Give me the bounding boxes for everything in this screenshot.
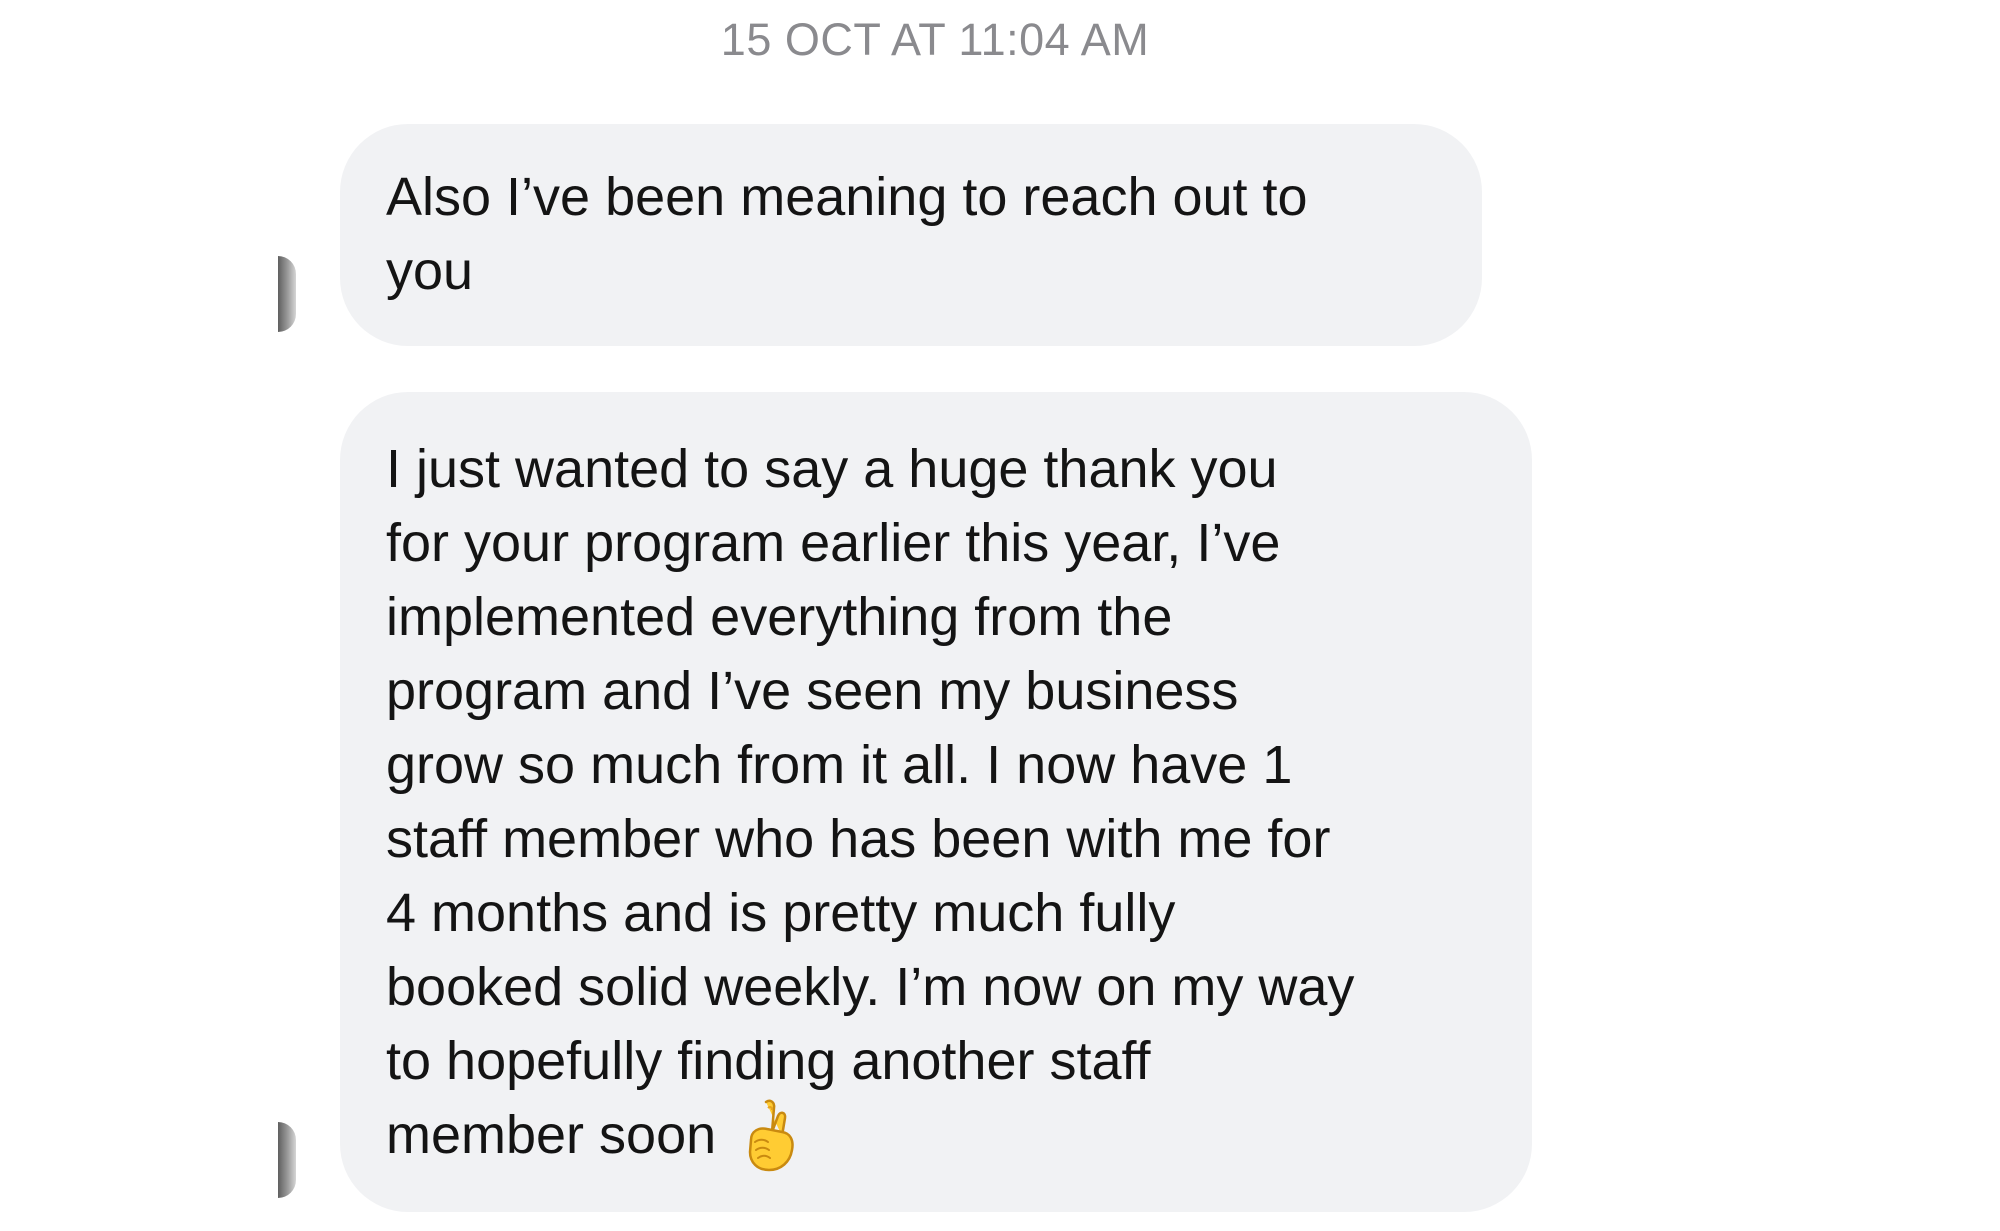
sender-avatar[interactable]: [278, 1122, 296, 1198]
message-text-line: for your program earlier this year, I’ve: [386, 513, 1281, 573]
message-text-line: implemented everything from the: [386, 587, 1173, 647]
message-text-line: Also I’ve been meaning to reach out to: [386, 167, 1308, 227]
message-text-line-last: member soon: [386, 1098, 1486, 1178]
message-text-line: program and I’ve seen my business: [386, 661, 1239, 721]
message-text-line: 4 months and is pretty much fully: [386, 883, 1176, 943]
message-text-line: you: [386, 241, 474, 301]
sender-avatar[interactable]: [278, 256, 296, 332]
message-text-line: I just wanted to say a huge thank you: [386, 439, 1278, 499]
message-bubble[interactable]: I just wanted to say a huge thank you fo…: [340, 392, 1532, 1212]
crossed-fingers-icon: [742, 1096, 800, 1174]
message-text-line: grow so much from it all. I now have 1: [386, 735, 1293, 795]
message-text-line: staff member who has been with me for: [386, 809, 1331, 869]
message-bubble[interactable]: Also I’ve been meaning to reach out to y…: [340, 124, 1482, 346]
message-text-line: to hopefully finding another staff: [386, 1031, 1151, 1091]
message-text-segment: member soon: [386, 1105, 717, 1165]
message-timestamp: 15 OCT AT 11:04 AM: [720, 14, 1150, 65]
message-text-line: booked solid weekly. I’m now on my way: [386, 957, 1355, 1017]
